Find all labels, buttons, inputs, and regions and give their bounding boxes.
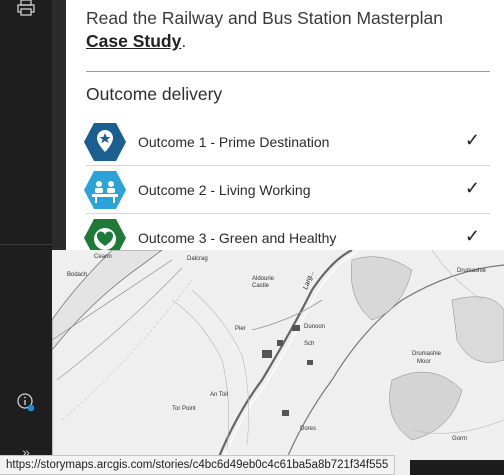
svg-text:Tor Point: Tor Point bbox=[172, 406, 196, 412]
section-divider bbox=[86, 71, 490, 72]
svg-text:Drumashie: Drumashie bbox=[457, 268, 487, 274]
outcome-label: Outcome 1 - Prime Destination bbox=[138, 134, 330, 150]
svg-text:Ceann: Ceann bbox=[94, 254, 112, 260]
outcome-heading: Outcome delivery bbox=[86, 84, 223, 104]
svg-text:Aldourie: Aldourie bbox=[252, 276, 275, 282]
print-icon bbox=[17, 0, 35, 22]
toolbar-divider bbox=[0, 244, 52, 245]
panel-gutter bbox=[52, 0, 66, 250]
outcome-item-living-working[interactable]: Outcome 2 - Living Working ✓ bbox=[83, 166, 490, 214]
outcome-item-green-healthy[interactable]: Outcome 3 - Green and Healthy ✓ bbox=[83, 214, 490, 250]
story-panel: Read the Railway and Bus Station Masterp… bbox=[66, 0, 504, 250]
svg-text:Bodach: Bodach bbox=[67, 272, 87, 278]
svg-text:An Toll: An Toll bbox=[210, 392, 228, 398]
intro-text: Read the Railway and Bus Station Masterp… bbox=[86, 8, 444, 28]
print-button[interactable] bbox=[12, 0, 40, 24]
svg-text:Pier: Pier bbox=[235, 326, 246, 332]
svg-text:Moor: Moor bbox=[417, 359, 431, 365]
map-pin-star-icon bbox=[83, 122, 127, 162]
outcome-label: Outcome 2 - Living Working bbox=[138, 182, 311, 198]
svg-text:Dalcrag: Dalcrag bbox=[187, 256, 208, 262]
outcome-label: Outcome 3 - Green and Healthy bbox=[138, 230, 337, 246]
bottom-right-corner bbox=[410, 460, 504, 475]
outcome-item-prime-destination[interactable]: Outcome 1 - Prime Destination ✓ bbox=[83, 118, 490, 166]
svg-text:Dunoon: Dunoon bbox=[304, 324, 325, 330]
svg-text:Drumashie: Drumashie bbox=[412, 351, 442, 357]
svg-text:Sch: Sch bbox=[304, 341, 314, 347]
intro-paragraph: Read the Railway and Bus Station Masterp… bbox=[86, 7, 486, 53]
check-icon: ✓ bbox=[464, 130, 480, 150]
heart-leaf-icon bbox=[83, 218, 127, 250]
people-icon bbox=[83, 170, 127, 210]
svg-text:Gorm: Gorm bbox=[452, 436, 467, 442]
check-icon: ✓ bbox=[464, 178, 480, 198]
svg-text:Castle: Castle bbox=[252, 283, 270, 289]
intro-period: . bbox=[181, 31, 187, 51]
info-icon bbox=[16, 392, 36, 417]
info-button[interactable] bbox=[12, 390, 40, 418]
case-study-link[interactable]: Case Study bbox=[86, 31, 181, 51]
status-bar-url: https://storymaps.arcgis.com/stories/c4b… bbox=[0, 455, 396, 475]
left-toolbar: » bbox=[0, 0, 52, 475]
svg-text:Dores: Dores bbox=[300, 426, 316, 432]
check-icon: ✓ bbox=[464, 226, 480, 246]
